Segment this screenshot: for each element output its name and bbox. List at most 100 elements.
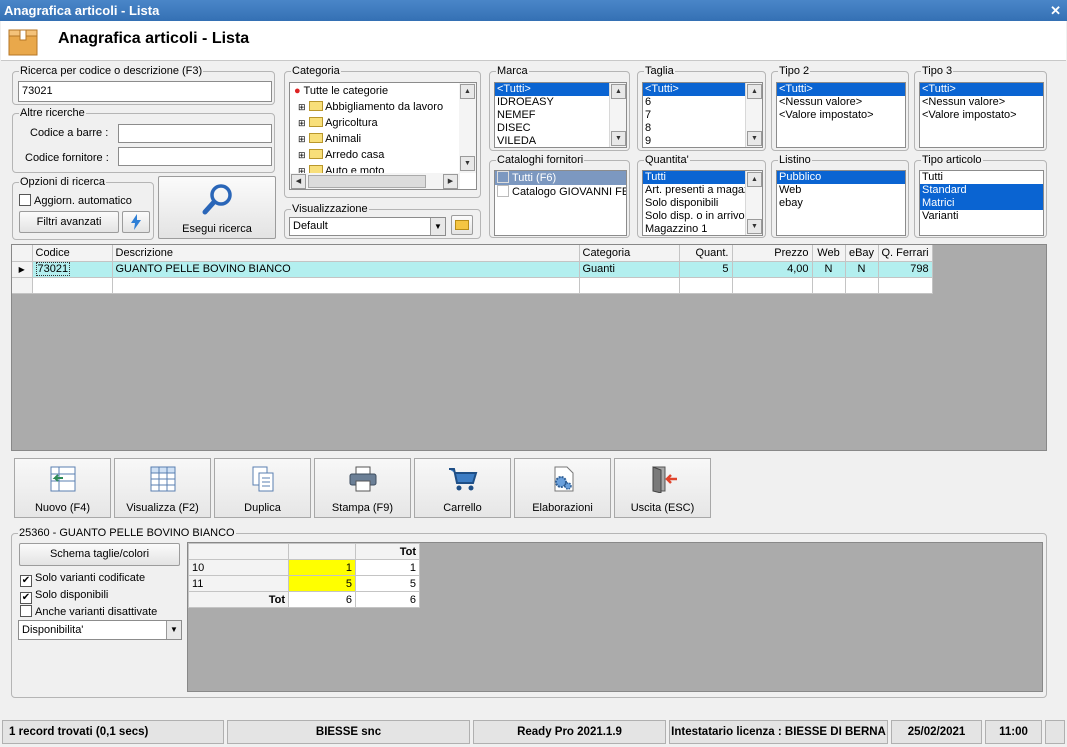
- table-cell[interactable]: N: [812, 261, 846, 278]
- list-item[interactable]: Tutti: [920, 171, 1043, 184]
- list-item[interactable]: Varianti: [920, 210, 1043, 223]
- cart-button[interactable]: Carrello: [414, 458, 511, 518]
- table-cell[interactable]: 73021: [32, 261, 113, 278]
- lightning-button[interactable]: [122, 211, 150, 233]
- taglia-scrollbar[interactable]: ▲ ▼: [745, 83, 762, 147]
- table-cell[interactable]: 4,00: [732, 261, 813, 278]
- list-item[interactable]: VILEDA: [495, 135, 626, 147]
- tipo3-list[interactable]: <Tutti> <Nessun valore> <Valore impostat…: [919, 82, 1044, 148]
- advanced-filters-button[interactable]: Filtri avanzati: [19, 211, 119, 233]
- tipo2-list[interactable]: <Tutti> <Nessun valore> <Valore impostat…: [776, 82, 906, 148]
- tipo-articolo-list[interactable]: Tutti Standard Matrici Varianti: [919, 170, 1044, 236]
- tree-vscrollbar[interactable]: ▲ ▼: [459, 83, 476, 173]
- tree-hscrollbar[interactable]: ◀ ▶: [290, 173, 460, 189]
- column-header[interactable]: Quant.: [679, 245, 733, 262]
- tree-item[interactable]: ⊞ Agricoltura: [298, 117, 378, 129]
- scroll-thumb[interactable]: [308, 175, 426, 188]
- cataloghi-list[interactable]: Tutti (F6) Catalogo GIOVANNI FEI: [494, 170, 627, 236]
- column-header[interactable]: Categoria: [579, 245, 680, 262]
- table-row-empty[interactable]: [12, 277, 933, 294]
- column-header[interactable]: Web: [812, 245, 846, 262]
- table-cell[interactable]: 798: [878, 261, 933, 278]
- only-coded-checkbox[interactable]: ✔ Solo varianti codificate: [20, 572, 145, 587]
- folder-open-button[interactable]: [451, 215, 473, 235]
- table-cell[interactable]: Guanti: [579, 261, 680, 278]
- auto-update-checkbox[interactable]: Aggiorn. automatico: [19, 194, 132, 207]
- new-button[interactable]: Nuovo (F4): [14, 458, 111, 518]
- list-item[interactable]: Tutti (F6): [495, 171, 626, 185]
- results-grid[interactable]: Codice Descrizione Categoria Quant. Prez…: [11, 244, 1047, 451]
- scroll-down-icon[interactable]: ▼: [611, 131, 626, 146]
- list-item[interactable]: Catalogo GIOVANNI FEI: [495, 185, 626, 199]
- table-cell[interactable]: N: [845, 261, 879, 278]
- tree-item[interactable]: ⊞ Arredo casa: [298, 149, 384, 161]
- availability-select[interactable]: Disponibilita' ▼: [18, 620, 182, 640]
- scroll-up-icon[interactable]: ▲: [747, 84, 762, 99]
- table-row[interactable]: ▶ 73021 GUANTO PELLE BOVINO BIANCO Guant…: [12, 261, 933, 278]
- scroll-up-icon[interactable]: ▲: [460, 84, 475, 99]
- list-item[interactable]: Matrici: [920, 197, 1043, 210]
- checkbox-icon[interactable]: [497, 185, 509, 197]
- checkbox-icon[interactable]: [497, 171, 509, 183]
- resize-grip[interactable]: [1045, 720, 1065, 744]
- column-header[interactable]: eBay: [845, 245, 879, 262]
- list-item[interactable]: Solo disponibili: [643, 197, 745, 210]
- pivot-row[interactable]: 11 5 5: [188, 575, 420, 592]
- variant-table[interactable]: Tot 10 1 1 11 5 5 Tot 6 6: [188, 543, 420, 608]
- search-input[interactable]: 73021: [18, 81, 272, 102]
- column-header[interactable]: Q. Ferrari: [878, 245, 933, 262]
- tree-item[interactable]: ⊞ Auto e moto: [298, 165, 384, 173]
- list-item[interactable]: Pubblico: [777, 171, 905, 184]
- scroll-up-icon[interactable]: ▲: [747, 172, 762, 187]
- marca-list[interactable]: <Tutti> IDROEASY NEMEF DISEC VILEDA ▲ ▼: [494, 82, 627, 148]
- exit-button[interactable]: Uscita (ESC): [614, 458, 711, 518]
- run-search-button[interactable]: Esegui ricerca: [158, 176, 276, 239]
- scroll-up-icon[interactable]: ▲: [611, 84, 626, 99]
- list-item[interactable]: <Nessun valore>: [920, 96, 1043, 109]
- only-available-checkbox[interactable]: ✔ Solo disponibili: [20, 589, 108, 604]
- quantita-scrollbar[interactable]: ▲ ▼: [745, 171, 762, 235]
- processing-button[interactable]: Elaborazioni: [514, 458, 611, 518]
- list-item[interactable]: <Valore impostato>: [920, 109, 1043, 122]
- pivot-cell[interactable]: 5: [288, 575, 356, 592]
- column-header[interactable]: Prezzo: [732, 245, 813, 262]
- list-item[interactable]: Tutti: [643, 171, 745, 184]
- duplicate-button[interactable]: Duplica: [214, 458, 311, 518]
- pivot-row[interactable]: 10 1 1: [188, 559, 420, 576]
- barcode-field[interactable]: [118, 124, 272, 143]
- listino-list[interactable]: Pubblico Web ebay: [776, 170, 906, 236]
- taglia-list[interactable]: <Tutti> 6 7 8 9 ▲ ▼: [642, 82, 763, 148]
- scroll-right-icon[interactable]: ▶: [443, 174, 458, 189]
- schema-button[interactable]: Schema taglie/colori: [19, 543, 180, 566]
- visualizzazione-select[interactable]: Default ▼: [289, 217, 446, 236]
- list-item[interactable]: NEMEF: [495, 109, 626, 122]
- list-item[interactable]: DISEC: [495, 122, 626, 135]
- scroll-down-icon[interactable]: ▼: [747, 131, 762, 146]
- list-item[interactable]: Art. presenti a magaz: [643, 184, 745, 197]
- disabled-variants-checkbox[interactable]: Anche varianti disattivate: [20, 605, 157, 618]
- list-item[interactable]: Solo disp. o in arrivo: [643, 210, 745, 223]
- list-item[interactable]: Web: [777, 184, 905, 197]
- list-item[interactable]: <Valore impostato>: [777, 109, 905, 122]
- list-item[interactable]: Magazzino 1: [643, 223, 745, 235]
- column-header[interactable]: Codice: [32, 245, 113, 262]
- list-item[interactable]: <Tutti>: [643, 83, 745, 96]
- list-item[interactable]: <Tutti>: [777, 83, 905, 96]
- marca-scrollbar[interactable]: ▲ ▼: [609, 83, 626, 147]
- table-cell[interactable]: 5: [679, 261, 733, 278]
- table-cell[interactable]: GUANTO PELLE BOVINO BIANCO: [112, 261, 580, 278]
- scroll-down-icon[interactable]: ▼: [747, 219, 762, 234]
- categoria-tree[interactable]: ● Tutte le categorie ⊞ Abbigliamento da …: [289, 82, 477, 190]
- tree-root[interactable]: ● Tutte le categorie: [294, 85, 388, 97]
- supplier-code-field[interactable]: [118, 147, 272, 166]
- column-header[interactable]: Descrizione: [112, 245, 580, 262]
- list-item[interactable]: ebay: [777, 197, 905, 210]
- scroll-left-icon[interactable]: ◀: [291, 174, 306, 189]
- pivot-cell[interactable]: 1: [288, 559, 356, 576]
- print-button[interactable]: Stampa (F9): [314, 458, 411, 518]
- list-item[interactable]: <Nessun valore>: [777, 96, 905, 109]
- list-item[interactable]: Standard: [920, 184, 1043, 197]
- tree-item[interactable]: ⊞ Animali: [298, 133, 361, 145]
- close-icon[interactable]: ✕: [1050, 0, 1061, 21]
- quantita-list[interactable]: Tutti Art. presenti a magaz Solo disponi…: [642, 170, 763, 236]
